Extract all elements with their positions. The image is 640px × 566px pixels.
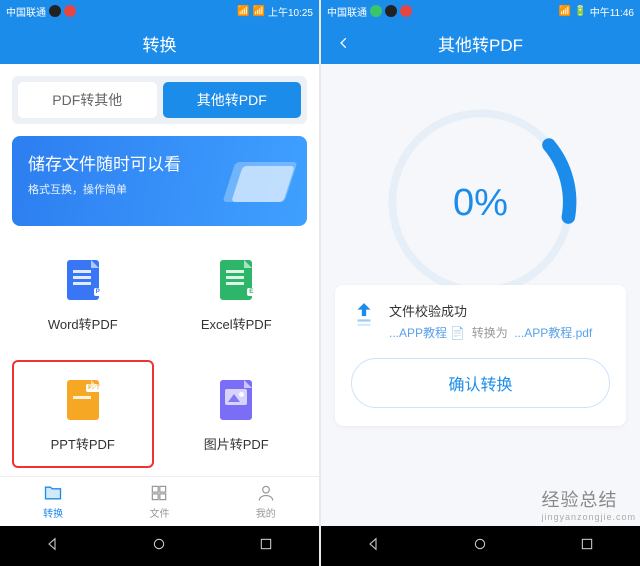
status-dot-icon xyxy=(370,5,382,17)
clock-text: 中午11:46 xyxy=(590,4,634,19)
carrier-text: 中国联通 xyxy=(6,4,46,19)
recent-button[interactable] xyxy=(579,536,595,557)
signal-icon: 📶 xyxy=(253,6,265,17)
back-button[interactable] xyxy=(45,536,61,557)
wifi-icon: 📶 xyxy=(559,6,571,17)
nav-files[interactable]: 文件 xyxy=(106,477,212,526)
left-screen: 中国联通 📶 📶 上午10:25 转换 PDF转其他 其他转PDF 储存文件随时… xyxy=(0,0,319,566)
file-target: ...APP教程.pdf xyxy=(514,326,592,340)
home-button[interactable] xyxy=(472,536,488,557)
tab-pdf-to-other[interactable]: PDF转其他 xyxy=(18,82,157,118)
ppt-doc-icon: PPT xyxy=(67,380,99,420)
excel-doc-icon: E xyxy=(220,260,252,300)
android-nav-bar xyxy=(0,526,319,566)
nav-me[interactable]: 我的 xyxy=(213,477,319,526)
banner-illustration-icon xyxy=(227,156,293,206)
nav-convert[interactable]: 转换 xyxy=(0,477,106,526)
status-dot-icon xyxy=(64,5,76,17)
card-image-to-pdf[interactable]: 图片转PDF xyxy=(166,360,308,468)
card-word-to-pdf[interactable]: P Word转PDF xyxy=(12,240,154,348)
image-doc-icon xyxy=(220,380,252,420)
tab-other-to-pdf[interactable]: 其他转PDF xyxy=(163,82,302,118)
card-label: Excel转PDF xyxy=(201,314,272,333)
back-button[interactable] xyxy=(331,30,357,56)
user-icon xyxy=(256,483,276,503)
home-button[interactable] xyxy=(151,536,167,557)
status-bar: 中国联通 📶 🔋 中午11:46 xyxy=(321,0,640,22)
confirm-convert-button[interactable]: 确认转换 xyxy=(351,358,610,408)
info-card: 文件校验成功 ...APP教程 📄 转换为 ...APP教程.pdf 确认转换 xyxy=(335,285,626,426)
status-dot-icon xyxy=(385,5,397,17)
tab-bar: PDF转其他 其他转PDF xyxy=(12,76,307,124)
android-nav-bar xyxy=(321,526,640,566)
page-title: 其他转PDF xyxy=(438,31,523,56)
card-label: 图片转PDF xyxy=(204,434,269,453)
battery-icon: 🔋 xyxy=(574,6,586,17)
back-button[interactable] xyxy=(366,536,382,557)
progress-percent: 0% xyxy=(453,182,508,225)
carrier-text: 中国联通 xyxy=(327,4,367,19)
folder-icon xyxy=(43,483,63,503)
card-label: Word转PDF xyxy=(48,314,118,333)
arrow-text: 转换为 xyxy=(472,326,508,340)
page-title: 转换 xyxy=(0,22,319,64)
word-doc-icon: P xyxy=(67,260,99,300)
grid-icon xyxy=(149,483,169,503)
page-header: 其他转PDF xyxy=(321,22,640,64)
file-source: ...APP教程 📄 xyxy=(389,326,465,340)
file-status-text: 文件校验成功 xyxy=(389,301,610,320)
right-screen: 中国联通 📶 🔋 中午11:46 其他转PDF 0% xyxy=(321,0,640,566)
status-bar: 中国联通 📶 📶 上午10:25 xyxy=(0,0,319,22)
upload-icon xyxy=(351,301,377,331)
card-label: PPT转PDF xyxy=(51,434,115,453)
status-dot-icon xyxy=(400,5,412,17)
chevron-left-icon xyxy=(337,36,351,50)
promo-banner[interactable]: 储存文件随时可以看 格式互换，操作简单 xyxy=(12,136,307,226)
card-excel-to-pdf[interactable]: E Excel转PDF xyxy=(166,240,308,348)
recent-button[interactable] xyxy=(258,536,274,557)
bottom-nav: 转换 文件 我的 xyxy=(0,476,319,526)
wifi-icon: 📶 xyxy=(237,6,249,17)
watermark: 经验总结 jingyanzongjie.com xyxy=(541,486,636,522)
card-ppt-to-pdf[interactable]: PPT PPT转PDF xyxy=(12,360,154,468)
status-dot-icon xyxy=(49,5,61,17)
clock-text: 上午10:25 xyxy=(268,4,313,19)
